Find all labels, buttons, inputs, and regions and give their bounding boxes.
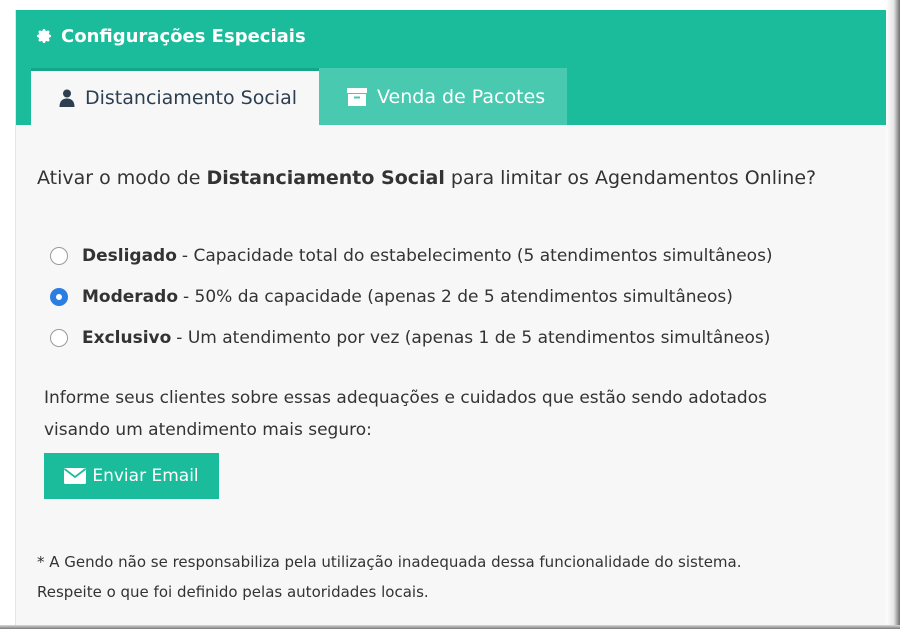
panel-title: Configurações Especiais (35, 24, 306, 48)
disclaimer-line-1: * A Gendo não se responsabiliza pela uti… (37, 553, 742, 571)
info-line-1: Informe seus clientes sobre essas adequa… (44, 388, 767, 408)
page: Configurações Especiais Distanciamento S… (0, 0, 900, 629)
option-label: Desligado (82, 245, 177, 266)
option-desligado[interactable]: Desligado - Capacidade total do estabele… (50, 235, 773, 276)
option-exclusivo[interactable]: Exclusivo - Um atendimento por vez (apen… (50, 317, 773, 358)
question-prefix: Ativar o modo de (37, 167, 207, 189)
window-edge-right (886, 0, 900, 629)
tab-label: Distanciamento Social (85, 87, 297, 109)
gear-icon (35, 27, 53, 45)
option-description: - Um atendimento por vez (apenas 1 de 5 … (176, 327, 771, 348)
question-bold: Distanciamento Social (206, 167, 445, 189)
radio-desligado[interactable] (50, 246, 68, 265)
window-edge-bottom (0, 625, 900, 629)
disclaimer-line-2: Respeite o que foi definido pelas autori… (37, 583, 429, 601)
special-settings-panel: Configurações Especiais Distanciamento S… (15, 10, 887, 625)
info-line-2: visando um atendimento mais seguro: (44, 420, 372, 440)
panel-header: Configurações Especiais Distanciamento S… (16, 10, 887, 125)
radio-exclusivo[interactable] (50, 328, 68, 347)
disclaimer: * A Gendo não se responsabiliza pela uti… (37, 547, 857, 607)
option-description: - 50% da capacidade (apenas 2 de 5 atend… (183, 286, 733, 307)
option-label: Moderado (82, 286, 178, 307)
envelope-icon (64, 468, 87, 484)
info-text: Informe seus clientes sobre essas adequa… (44, 382, 844, 446)
mode-options: Desligado - Capacidade total do estabele… (50, 235, 773, 358)
mode-question: Ativar o modo de Distanciamento Social p… (37, 167, 816, 189)
option-moderado[interactable]: Moderado - 50% da capacidade (apenas 2 d… (50, 276, 773, 317)
send-email-label: Enviar Email (92, 466, 199, 486)
archive-icon (347, 87, 367, 106)
send-email-button[interactable]: Enviar Email (44, 453, 219, 499)
tab-distanciamento-social[interactable]: Distanciamento Social (31, 68, 319, 125)
tab-label: Venda de Pacotes (377, 85, 546, 108)
option-label: Exclusivo (82, 327, 172, 348)
user-icon (59, 89, 75, 107)
question-suffix: para limitar os Agendamentos Online? (444, 167, 817, 189)
tab-venda-de-pacotes[interactable]: Venda de Pacotes (319, 68, 567, 125)
panel-title-text: Configurações Especiais (61, 25, 306, 47)
radio-moderado[interactable] (50, 287, 68, 306)
tab-bar: Distanciamento Social Venda de Pacotes (31, 68, 567, 125)
option-description: - Capacidade total do estabelecimento (5… (181, 245, 773, 266)
